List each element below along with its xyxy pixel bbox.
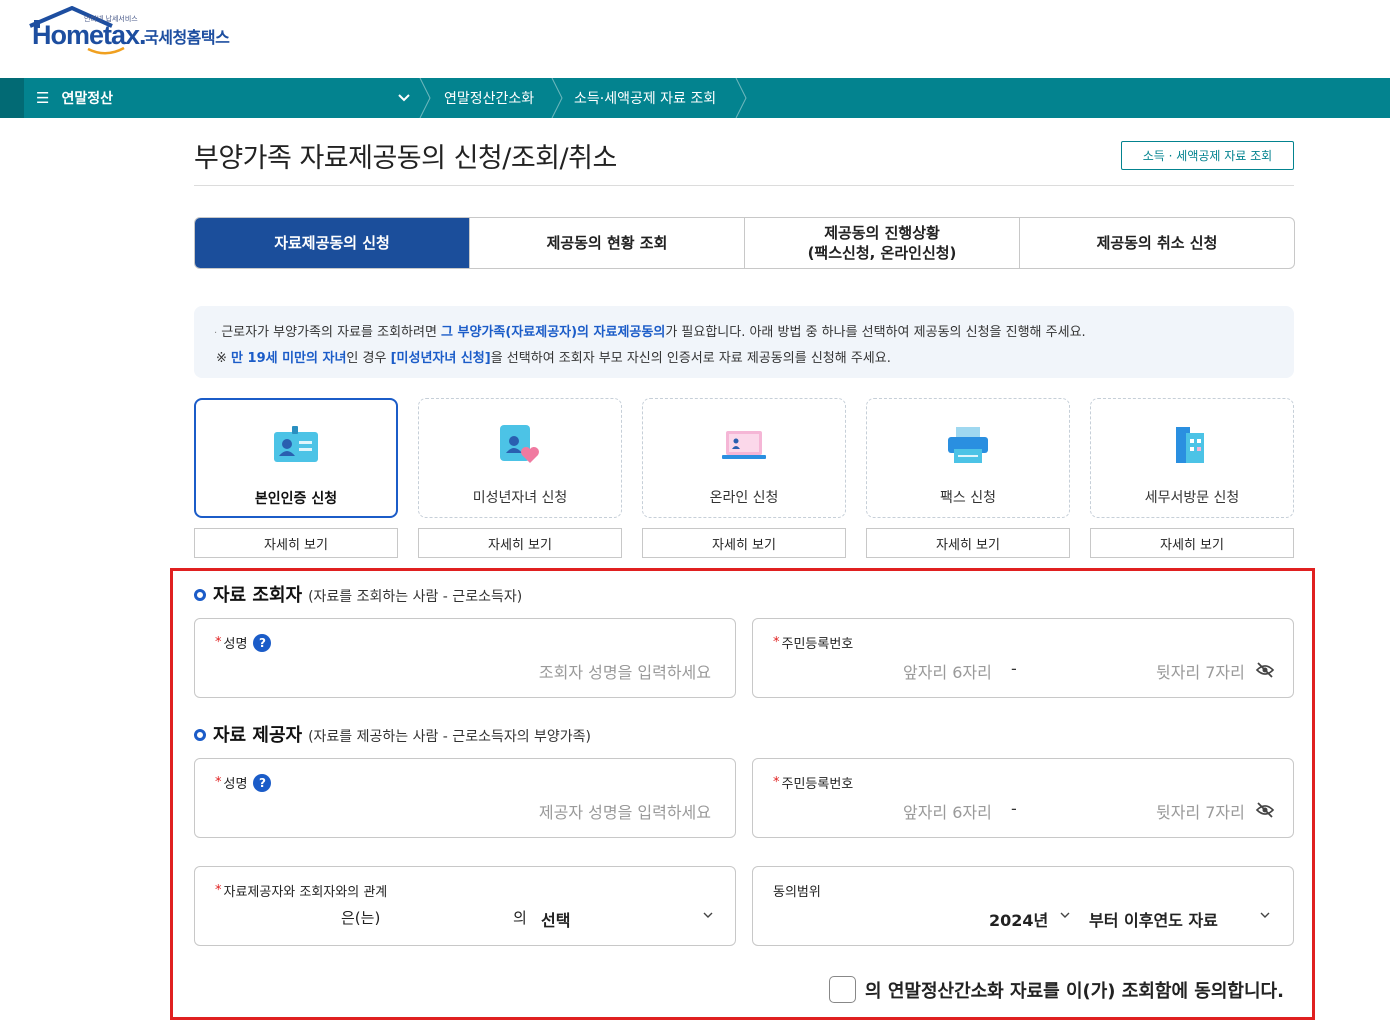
info-box: · 근로자가 부양가족의 자료를 조회하려면 그 부양가족(자료제공자)의 자료제…: [194, 306, 1294, 378]
tab-consent-cancel[interactable]: 제공동의 취소 신청: [1019, 218, 1294, 268]
hometax-logo[interactable]: 인터넷 납세서비스 Hometax. 국세청홈택스: [26, 6, 246, 58]
field-label: * 주민등록번호: [773, 635, 854, 652]
breadcrumb-label: 연말정산간소화: [444, 91, 535, 107]
agreement-checkbox[interactable]: [829, 976, 856, 1003]
method-card-self-auth[interactable]: 본인인증 신청: [194, 398, 398, 518]
method-card-tax-office[interactable]: 세무서방문 신청: [1090, 398, 1294, 518]
building-icon: [1176, 427, 1204, 463]
method-label: 팩스 신청: [940, 490, 996, 506]
laptop-icon: [722, 431, 766, 459]
field-label: * 성명 ?: [215, 633, 272, 652]
method-label: 본인인증 신청: [254, 491, 338, 507]
tab-bar: 자료제공동의 신청 제공동의 현황 조회 제공동의 진행상황 (팩스신청, 온라…: [194, 217, 1295, 269]
section-title-provider: 자료 제공자 (자료를 제공하는 사람 - 근로소득자의 부양가족): [194, 721, 591, 747]
relation-ui-text: 의: [513, 909, 527, 927]
logo-korean: 국세청홈택스: [144, 28, 230, 47]
nav-stripe: [0, 78, 24, 118]
nav-bar: ☰ 연말정산 연말정산간소화 소득·세액공제 자료 조회: [0, 78, 1390, 118]
eye-slash-icon[interactable]: [1255, 661, 1275, 679]
breadcrumb-separator-icon: [419, 78, 431, 118]
breadcrumb-label: 소득·세액공제 자료 조회: [574, 91, 717, 107]
title-divider: [194, 185, 1294, 186]
rrn-dash: -: [1011, 799, 1017, 818]
method-label: 온라인 신청: [709, 490, 779, 506]
breadcrumb-separator-icon: [735, 78, 747, 118]
hamburger-icon: ☰: [36, 89, 50, 107]
scope-field: 동의범위 2024년 부터 이후연도 자료: [752, 866, 1294, 946]
nav-menu-button[interactable]: ☰ 연말정산: [36, 78, 113, 118]
nav-menu-label: 연말정산: [61, 91, 113, 107]
provider-name-field[interactable]: * 성명 ? 제공자 성명을 입력하세요: [194, 758, 736, 838]
bullet-circle-icon: [194, 589, 206, 601]
provider-rrn-field[interactable]: * 주민등록번호 앞자리 6자리 - 뒷자리 7자리: [752, 758, 1294, 838]
field-label: * 자료제공자와 조회자와의 관계: [215, 883, 388, 900]
method-label: 미성년자녀 신청: [472, 490, 568, 506]
help-icon[interactable]: ?: [253, 633, 272, 652]
info-line-1: · 근로자가 부양가족의 자료를 조회하려면 그 부양가족(자료제공자)의 자료제…: [214, 325, 1086, 340]
fax-icon: [948, 427, 988, 463]
field-label: * 성명 ?: [215, 773, 272, 792]
relation-field: * 자료제공자와 조회자와의 관계 은(는) 의 선택: [194, 866, 736, 946]
inquirer-rrn-back-input[interactable]: 뒷자리 7자리: [1156, 659, 1245, 683]
inquirer-rrn-front-input[interactable]: 앞자리 6자리: [903, 659, 992, 683]
breadcrumb-item-simplified[interactable]: 연말정산간소화: [444, 78, 534, 118]
bullet-circle-icon: [194, 729, 206, 741]
inquirer-rrn-field[interactable]: * 주민등록번호 앞자리 6자리 - 뒷자리 7자리: [752, 618, 1294, 698]
rrn-dash: -: [1011, 659, 1017, 678]
provider-rrn-front-input[interactable]: 앞자리 6자리: [903, 799, 992, 823]
agreement-text: 의 연말정산간소화 자료를 이(가) 조회함에 동의합니다.: [865, 980, 1284, 1002]
help-icon[interactable]: ?: [253, 773, 272, 792]
relation-select[interactable]: 선택: [541, 907, 570, 931]
tab-consent-progress[interactable]: 제공동의 진행상황 (팩스신청, 온라인신청): [744, 218, 1019, 268]
detail-button[interactable]: 자세히 보기: [866, 528, 1070, 558]
inquirer-name-input[interactable]: 조회자 성명을 입력하세요: [539, 659, 711, 683]
detail-button[interactable]: 자세히 보기: [642, 528, 846, 558]
provider-name-input[interactable]: 제공자 성명을 입력하세요: [539, 799, 711, 823]
method-card-minor-child[interactable]: 미성년자녀 신청: [418, 398, 622, 518]
inquirer-name-field[interactable]: * 성명 ? 조회자 성명을 입력하세요: [194, 618, 736, 698]
info-line-2: ※ 만 19세 미만의 자녀인 경우 [미성년자녀 신청]을 선택하여 조회자 …: [216, 351, 891, 366]
chevron-down-icon[interactable]: [1260, 911, 1270, 919]
breadcrumb-item-deduction-inquiry[interactable]: 소득·세액공제 자료 조회: [574, 78, 716, 118]
eye-slash-icon[interactable]: [1255, 801, 1275, 819]
section-title-inquirer: 자료 조회자 (자료를 조회하는 사람 - 근로소득자): [194, 581, 522, 607]
scope-year-select[interactable]: 2024년: [989, 907, 1048, 931]
detail-button[interactable]: 자세히 보기: [194, 528, 398, 558]
site-header: 인터넷 납세서비스 Hometax. 국세청홈택스: [0, 0, 1390, 78]
field-label: * 주민등록번호: [773, 775, 854, 792]
id-card-icon: [274, 426, 318, 462]
tab-consent-apply[interactable]: 자료제공동의 신청: [195, 218, 469, 268]
logo-swoosh-icon: [87, 46, 125, 55]
method-label: 세무서방문 신청: [1144, 490, 1240, 506]
method-card-fax[interactable]: 팩스 신청: [866, 398, 1070, 518]
chevron-down-icon[interactable]: [1060, 911, 1070, 919]
provider-rrn-back-input[interactable]: 뒷자리 7자리: [1156, 799, 1245, 823]
agreement-row: 의 연말정산간소화 자료를 이(가) 조회함에 동의합니다.: [829, 976, 1284, 1003]
page-title: 부양가족 자료제공동의 신청/조회/취소: [194, 143, 617, 174]
detail-button[interactable]: 자세히 보기: [1090, 528, 1294, 558]
tab-consent-status[interactable]: 제공동의 현황 조회: [469, 218, 744, 268]
scope-range-select[interactable]: 부터 이후연도 자료: [1089, 907, 1218, 931]
method-card-online[interactable]: 온라인 신청: [642, 398, 846, 518]
field-label: 동의범위: [773, 885, 821, 900]
deduction-inquiry-button[interactable]: 소득 · 세액공제 자료 조회: [1121, 141, 1294, 170]
child-heart-icon: [500, 425, 539, 463]
breadcrumb-separator-icon: [551, 78, 563, 118]
chevron-down-icon[interactable]: [398, 94, 410, 102]
relation-eun-text: 은(는): [341, 909, 381, 927]
detail-button[interactable]: 자세히 보기: [418, 528, 622, 558]
chevron-down-icon[interactable]: [703, 911, 713, 919]
